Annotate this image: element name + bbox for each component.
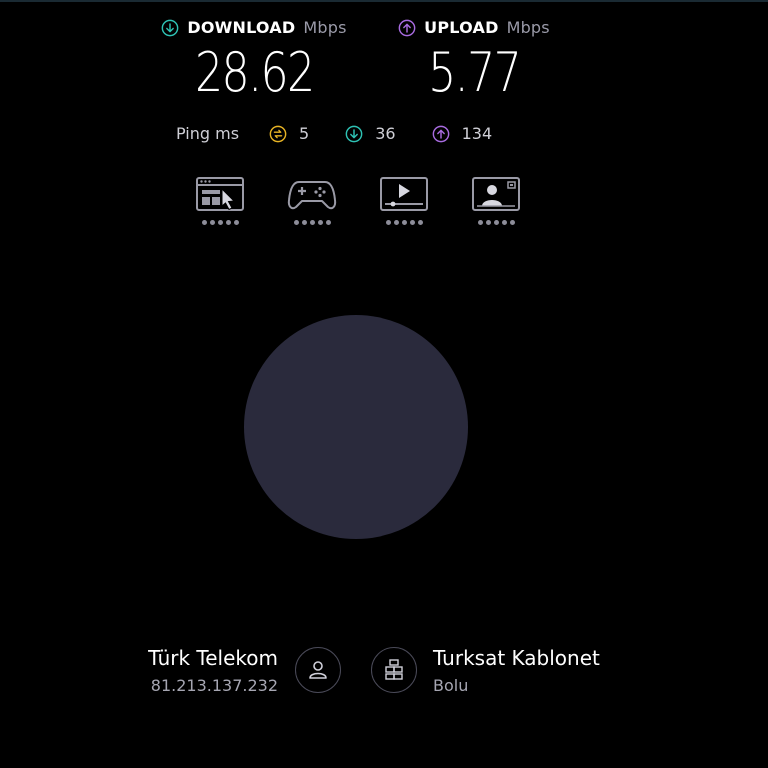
tile-gaming[interactable] xyxy=(287,176,337,225)
download-metric: DOWNLOAD Mbps 28.62 xyxy=(154,18,354,105)
gamepad-icon xyxy=(287,181,337,210)
video-streaming-rating xyxy=(385,220,423,225)
upload-unit: Mbps xyxy=(506,18,550,37)
server-info: Turksat Kablonet Bolu xyxy=(433,646,600,695)
ping-download: 36 xyxy=(345,124,396,143)
download-label: DOWNLOAD xyxy=(187,18,296,37)
isp-user-button[interactable] xyxy=(295,647,341,693)
ping-idle: 5 xyxy=(269,124,309,143)
ping-idle-icon xyxy=(269,125,287,142)
server-location: Bolu xyxy=(433,676,469,695)
download-arrow-icon xyxy=(345,125,363,142)
download-unit: Mbps xyxy=(303,18,347,37)
video-player-icon xyxy=(380,177,428,211)
user-icon xyxy=(309,661,327,679)
ping-upload-value: 134 xyxy=(461,124,493,143)
download-value: 28.62 xyxy=(194,41,315,104)
speed-gauge[interactable] xyxy=(244,315,468,539)
tile-video-streaming[interactable] xyxy=(379,176,429,225)
upload-metric: UPLOAD Mbps 5.77 xyxy=(393,18,555,105)
upload-arrow-icon xyxy=(398,19,416,36)
tile-web-browsing[interactable] xyxy=(195,176,245,225)
ping-idle-value: 5 xyxy=(299,124,310,143)
tile-video-chat[interactable] xyxy=(471,176,521,225)
download-arrow-icon xyxy=(162,19,179,36)
upload-header: UPLOAD Mbps xyxy=(398,18,550,37)
top-border xyxy=(0,0,768,2)
ping-row: Ping ms 5 36 134 xyxy=(176,124,492,143)
upload-arrow-icon xyxy=(432,125,449,142)
browser-cursor-icon xyxy=(196,177,244,211)
video-chat-rating xyxy=(477,220,515,225)
isp-info: Türk Telekom 81.213.137.232 xyxy=(148,646,278,695)
use-case-tiles xyxy=(195,176,521,225)
ping-label: Ping ms xyxy=(176,124,240,143)
server-name[interactable]: Turksat Kablonet xyxy=(433,646,600,670)
web-browsing-rating xyxy=(201,220,239,225)
ping-download-value: 36 xyxy=(375,124,396,143)
server-icon xyxy=(385,659,403,680)
gaming-rating xyxy=(293,220,331,225)
download-header: DOWNLOAD Mbps xyxy=(161,18,346,37)
ping-upload: 134 xyxy=(432,124,493,143)
upload-value: 5.77 xyxy=(427,41,522,104)
isp-ip: 81.213.137.232 xyxy=(150,676,278,695)
server-button[interactable] xyxy=(371,647,417,693)
video-call-icon xyxy=(472,177,520,211)
isp-name: Türk Telekom xyxy=(148,646,278,670)
upload-label: UPLOAD xyxy=(424,18,499,37)
